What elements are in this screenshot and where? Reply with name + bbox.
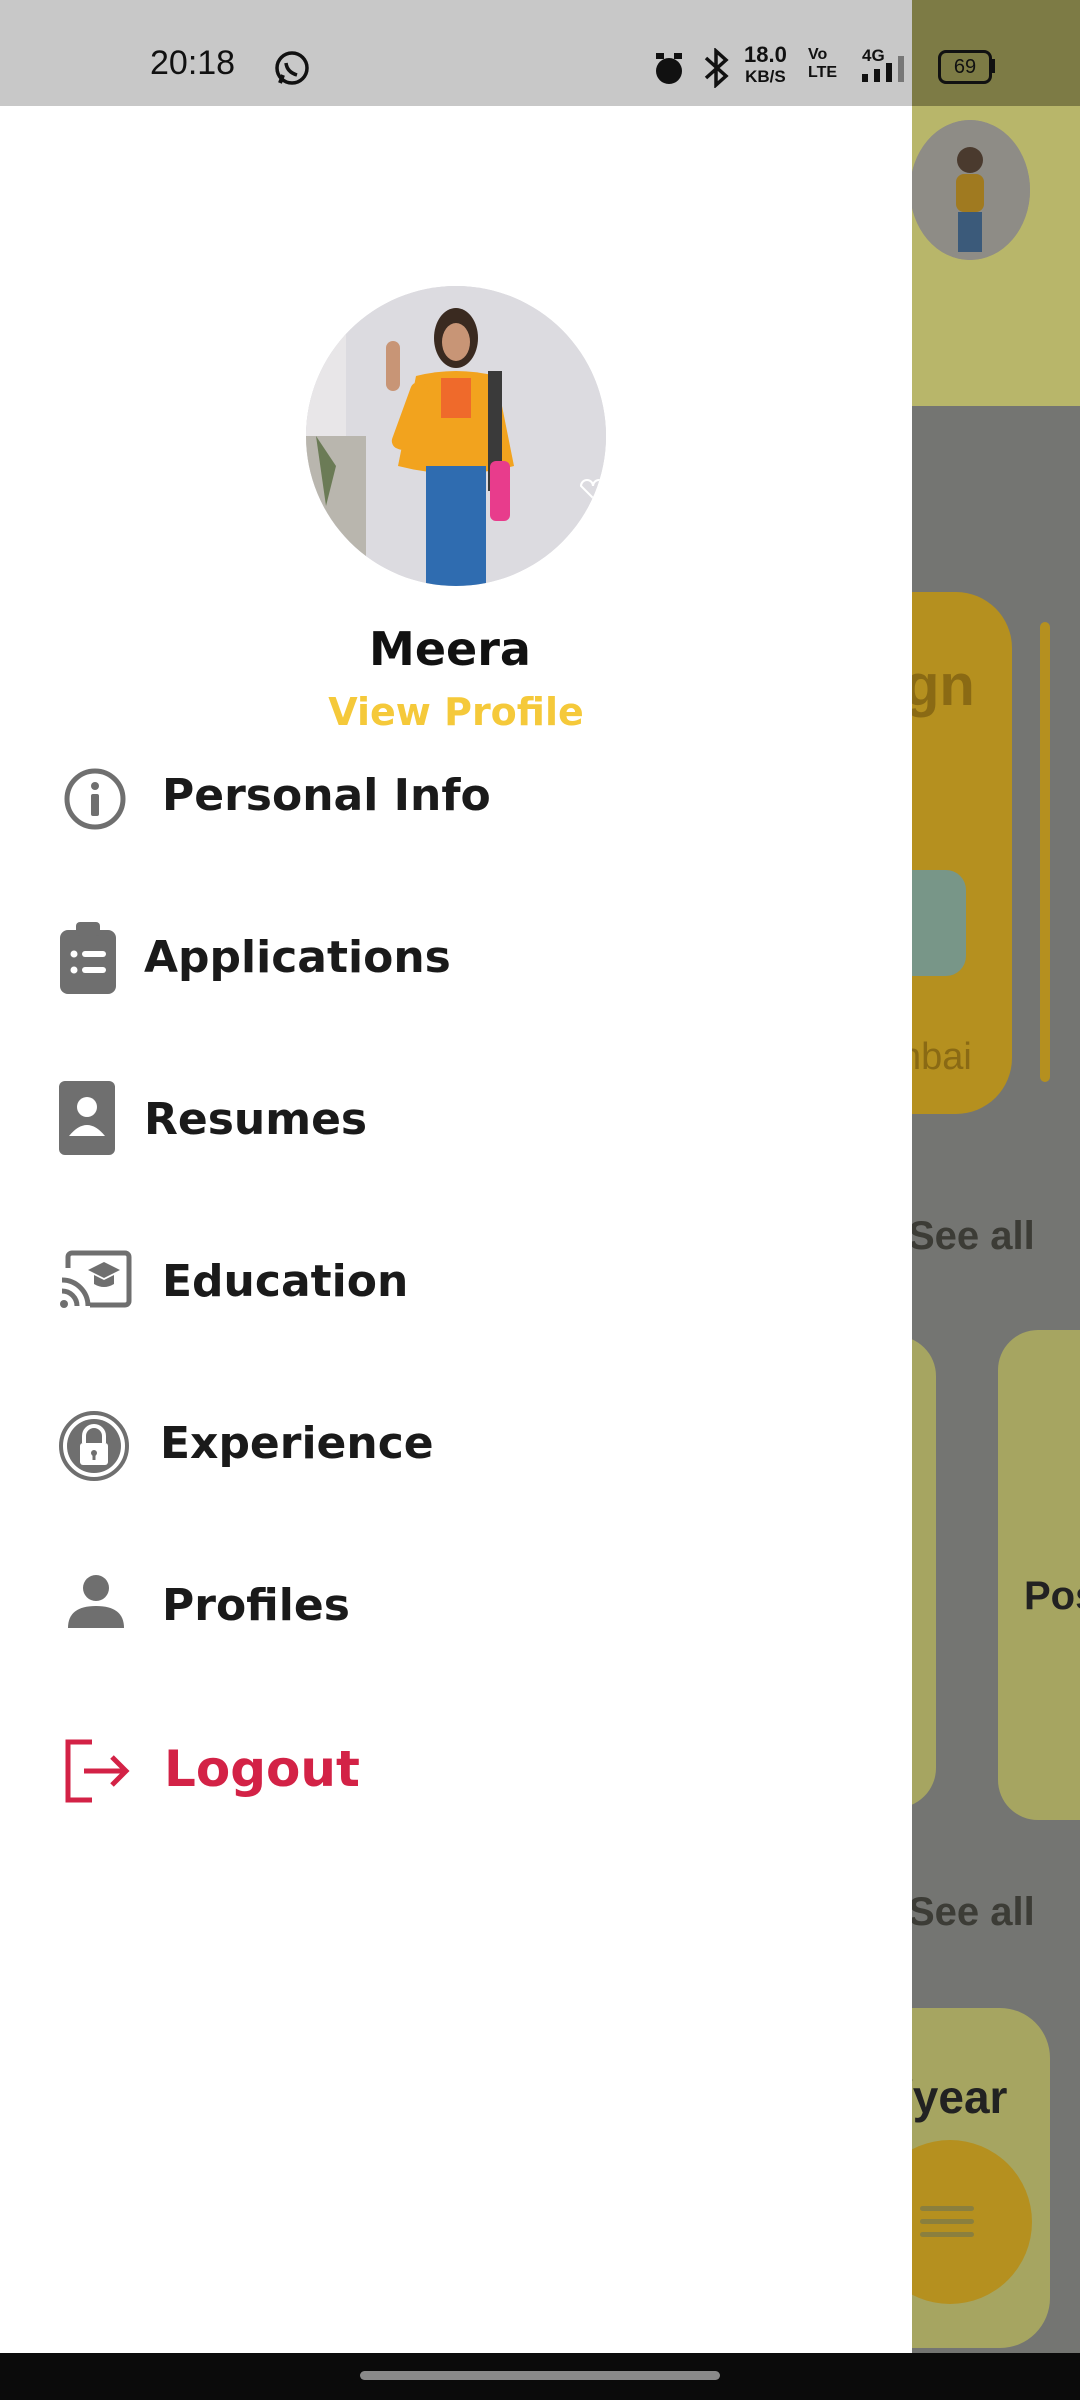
fab-menu-icon-line <box>920 2219 974 2224</box>
gesture-handle[interactable] <box>360 2371 720 2380</box>
info-icon <box>60 764 130 834</box>
system-navigation-bar <box>0 2353 1080 2400</box>
status-bar-dim-overlay <box>912 0 1080 106</box>
network-speed-unit: KB/S <box>745 67 786 86</box>
alarm-icon <box>650 50 688 92</box>
fab-menu-icon-line <box>920 2232 974 2237</box>
network-speed: 18.0 KB/S <box>744 44 787 88</box>
volte-bottom: LTE <box>808 64 838 81</box>
background-see-all-2: See all <box>908 1890 1035 1934</box>
background-see-all-1: See all <box>908 1214 1035 1258</box>
status-bar: 20:18 18.0 KB/S Vo LTE 4G 69 <box>0 0 1080 106</box>
clipboard-list-icon <box>56 920 126 994</box>
background-avatar <box>910 120 1030 260</box>
menu-label-personal-info: Personal Info <box>162 770 491 821</box>
battery-tip <box>991 59 995 73</box>
person-icon <box>66 1572 136 1642</box>
user-name: Meera <box>369 622 531 676</box>
volte-indicator: Vo LTE <box>808 46 837 82</box>
menu-label-experience: Experience <box>160 1418 434 1469</box>
menu-item-profiles[interactable]: Profiles <box>0 1548 912 1668</box>
logout-icon <box>62 1738 132 1808</box>
lock-badge-icon <box>58 1410 129 1481</box>
menu-item-education[interactable]: Education <box>0 1224 912 1344</box>
cast-education-icon <box>60 1250 132 1320</box>
status-time: 20:18 <box>150 44 236 82</box>
whatsapp-icon <box>272 48 312 92</box>
view-profile-link[interactable]: View Profile <box>0 690 912 734</box>
menu-item-resumes[interactable]: Resumes <box>0 1062 912 1182</box>
menu-item-applications[interactable]: Applications <box>0 900 912 1020</box>
menu-label-profiles: Profiles <box>162 1580 350 1631</box>
menu-label-education: Education <box>162 1256 409 1307</box>
signal-icon <box>862 56 912 86</box>
menu-label-logout: Logout <box>164 1740 360 1798</box>
background-salary-text: /year <box>900 2071 1008 2123</box>
profile-avatar[interactable] <box>306 286 606 586</box>
volte-top: Vo <box>808 46 828 63</box>
network-speed-value: 18.0 <box>744 42 787 67</box>
menu-item-logout[interactable]: Logout <box>0 1712 912 1832</box>
menu-label-resumes: Resumes <box>144 1094 368 1145</box>
contact-card-icon <box>58 1080 128 1155</box>
background-card-title: gn <box>904 653 975 718</box>
menu-label-applications: Applications <box>144 932 451 983</box>
background-card-pos: Pos <box>1024 1574 1080 1618</box>
navigation-drawer: Meera View Profile Personal Info Applica… <box>0 106 912 2353</box>
background-card-edge <box>1040 622 1050 1082</box>
menu-item-experience[interactable]: Experience <box>0 1386 912 1506</box>
bluetooth-icon <box>700 47 734 92</box>
menu-item-personal-info[interactable]: Personal Info <box>0 738 912 858</box>
fab-menu-icon-line <box>920 2206 974 2211</box>
battery-indicator: 69 <box>938 50 992 84</box>
